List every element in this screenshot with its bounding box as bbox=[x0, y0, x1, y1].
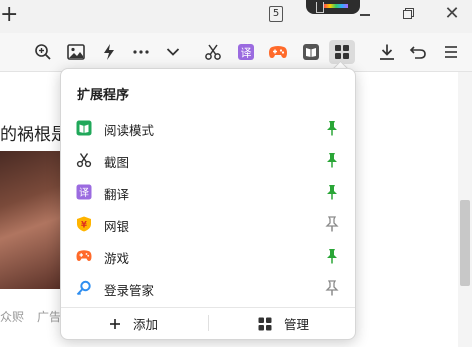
add-extension-button[interactable]: 添加 bbox=[109, 308, 158, 339]
bank-shield-icon: ¥ bbox=[77, 216, 91, 232]
theme-widget[interactable] bbox=[306, 0, 360, 14]
extensions-popup: 扩展程序 阅读模式 截图 译 翻译 ¥ 网银 游戏 登录管家 添加 管理 bbox=[60, 68, 356, 340]
minimize-button[interactable] bbox=[357, 6, 373, 22]
grid-icon bbox=[258, 317, 272, 330]
key-icon bbox=[76, 280, 91, 296]
extension-row[interactable]: 译 翻译 bbox=[61, 176, 355, 208]
download-icon[interactable] bbox=[374, 40, 400, 64]
chevron-down-icon[interactable] bbox=[160, 40, 186, 64]
pin-icon[interactable] bbox=[325, 216, 339, 232]
close-button[interactable]: ✕ bbox=[444, 5, 460, 23]
tab-count-button[interactable]: 5 bbox=[269, 6, 283, 22]
pin-icon[interactable] bbox=[325, 248, 339, 264]
title-bar: + 5 ✕ bbox=[0, 0, 472, 33]
popup-title: 扩展程序 bbox=[77, 88, 130, 103]
scissors-icon[interactable] bbox=[200, 40, 226, 64]
svg-text:¥: ¥ bbox=[81, 221, 87, 231]
more-icon[interactable] bbox=[128, 40, 154, 64]
extension-name: 翻译 bbox=[104, 187, 130, 202]
add-label: 添加 bbox=[133, 317, 159, 332]
extension-row[interactable]: 阅读模式 bbox=[61, 112, 355, 144]
svg-text:译: 译 bbox=[79, 187, 89, 199]
translate-icon[interactable]: 译 bbox=[233, 40, 259, 64]
extension-row[interactable]: 登录管家 bbox=[61, 272, 355, 304]
manage-label: 管理 bbox=[284, 317, 310, 332]
reading-mode-icon[interactable] bbox=[298, 40, 324, 64]
pin-icon[interactable] bbox=[325, 184, 339, 200]
image-icon[interactable] bbox=[63, 40, 89, 64]
article-photo[interactable] bbox=[0, 151, 62, 289]
reading-mode-icon bbox=[76, 120, 92, 136]
extension-row[interactable]: 游戏 bbox=[61, 240, 355, 272]
pin-icon[interactable] bbox=[325, 120, 339, 136]
scrollbar-thumb[interactable] bbox=[460, 200, 470, 286]
extension-name: 登录管家 bbox=[104, 283, 155, 298]
ad-label: 广告 bbox=[37, 310, 62, 324]
gamepad-icon bbox=[76, 250, 92, 261]
extension-row[interactable]: 截图 bbox=[61, 144, 355, 176]
svg-text:译: 译 bbox=[241, 47, 252, 60]
gamepad-icon[interactable] bbox=[265, 40, 291, 64]
pin-icon[interactable] bbox=[325, 152, 339, 168]
extension-name: 阅读模式 bbox=[104, 123, 155, 138]
scissors-icon bbox=[76, 153, 92, 168]
translate-icon: 译 bbox=[76, 184, 92, 200]
new-tab-button[interactable]: + bbox=[0, 4, 18, 26]
plus-icon bbox=[110, 318, 120, 329]
extension-name: 截图 bbox=[104, 155, 130, 170]
article-source: 众赆 bbox=[0, 310, 25, 324]
extension-row[interactable]: ¥ 网银 bbox=[61, 208, 355, 240]
extension-name: 网银 bbox=[104, 219, 130, 234]
zoom-icon[interactable] bbox=[30, 40, 56, 64]
extension-name: 游戏 bbox=[104, 251, 130, 266]
lightning-icon[interactable] bbox=[96, 40, 122, 64]
footer-separator bbox=[208, 315, 209, 331]
manage-extensions-button[interactable]: 管理 bbox=[258, 308, 309, 339]
pin-icon[interactable] bbox=[325, 280, 339, 296]
menu-icon[interactable] bbox=[438, 40, 464, 64]
restore-button[interactable] bbox=[400, 6, 416, 22]
popup-divider bbox=[61, 307, 355, 308]
extensions-button[interactable] bbox=[329, 40, 355, 64]
undo-icon[interactable] bbox=[405, 40, 431, 64]
color-bar bbox=[324, 4, 348, 8]
pin-icon bbox=[316, 2, 324, 13]
